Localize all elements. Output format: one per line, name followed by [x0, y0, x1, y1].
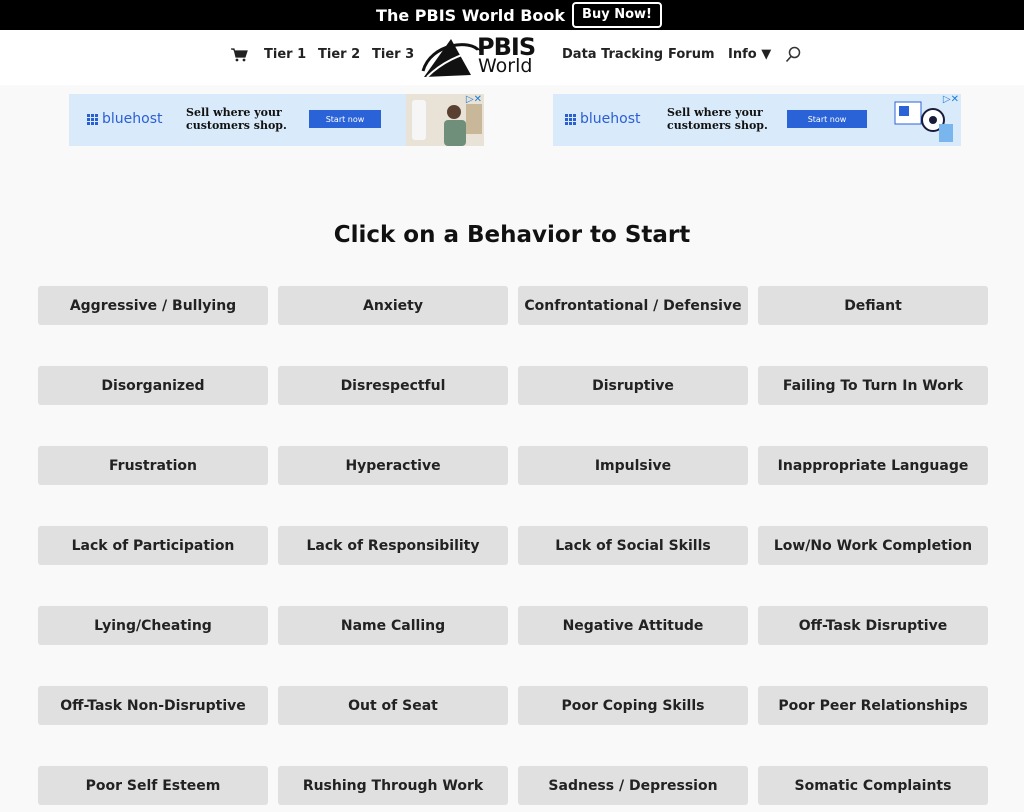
main-nav: Tier 1 Tier 2 Tier 3 PBIS World Data Tra… [0, 30, 1024, 85]
ad-copy: Sell where your customers shop. [186, 106, 287, 132]
behavior-button[interactable]: Anxiety [278, 286, 508, 325]
behavior-button[interactable]: Defiant [758, 286, 988, 325]
behavior-button[interactable]: Poor Self Esteem [38, 766, 268, 805]
behavior-button[interactable]: Somatic Complaints [758, 766, 988, 805]
behavior-button[interactable]: Failing To Turn In Work [758, 366, 988, 405]
logo-text-world: World [478, 55, 533, 77]
behavior-button[interactable]: Inappropriate Language [758, 446, 988, 485]
page-heading: Click on a Behavior to Start [333, 222, 691, 248]
behavior-button[interactable]: Low/No Work Completion [758, 526, 988, 565]
ad-brand: bluehost [87, 111, 162, 127]
behavior-button[interactable]: Frustration [38, 446, 268, 485]
behavior-button[interactable]: Aggressive / Bullying [38, 286, 268, 325]
ad-copy-line2: customers shop. [667, 119, 768, 132]
ad-start-now-button[interactable]: Start now [787, 110, 867, 128]
behavior-button[interactable]: Lying/Cheating [38, 606, 268, 645]
cart-icon[interactable] [231, 48, 248, 62]
behavior-button[interactable]: Poor Peer Relationships [758, 686, 988, 725]
behavior-button[interactable]: Hyperactive [278, 446, 508, 485]
behavior-button[interactable]: Rushing Through Work [278, 766, 508, 805]
bluehost-grid-icon [565, 113, 576, 125]
behavior-button[interactable]: Lack of Responsibility [278, 526, 508, 565]
behavior-button[interactable]: Out of Seat [278, 686, 508, 725]
behavior-button[interactable]: Negative Attitude [518, 606, 748, 645]
search-icon[interactable] [785, 46, 801, 63]
behavior-button[interactable]: Impulsive [518, 446, 748, 485]
ad-start-now-button[interactable]: Start now [309, 110, 381, 128]
behavior-button[interactable]: Disruptive [518, 366, 748, 405]
ad-banner-left[interactable]: bluehost Sell where your customers shop.… [69, 94, 484, 146]
pbis-world-logo[interactable]: PBIS World [421, 33, 549, 81]
behavior-button[interactable]: Poor Coping Skills [518, 686, 748, 725]
announcement-bar: The PBIS World Book Buy Now! [0, 0, 1024, 30]
behavior-button[interactable]: Lack of Participation [38, 526, 268, 565]
behavior-button[interactable]: Disrespectful [278, 366, 508, 405]
nav-tier-3[interactable]: Tier 3 [372, 47, 414, 62]
ad-close-icon[interactable]: ▷✕ [466, 94, 482, 105]
nav-tier-1[interactable]: Tier 1 [264, 47, 306, 62]
behavior-button[interactable]: Name Calling [278, 606, 508, 645]
ad-copy-line1: Sell where your [667, 106, 763, 119]
behavior-button[interactable]: Confrontational / Defensive [518, 286, 748, 325]
buy-now-button[interactable]: Buy Now! [572, 2, 662, 28]
ad-banner-right[interactable]: bluehost Sell where your customers shop.… [553, 94, 961, 146]
nav-info-dropdown[interactable]: Info ▼ [728, 47, 771, 62]
book-title[interactable]: The PBIS World Book [376, 6, 565, 25]
ad-copy-line1: Sell where your [186, 106, 282, 119]
ad-brand: bluehost [565, 111, 640, 127]
ad-brand-text: bluehost [102, 111, 163, 127]
behavior-button[interactable]: Lack of Social Skills [518, 526, 748, 565]
behavior-button[interactable]: Disorganized [38, 366, 268, 405]
ad-copy-line2: customers shop. [186, 119, 287, 132]
logo-mark-icon [421, 39, 481, 78]
ad-brand-text: bluehost [580, 111, 641, 127]
behavior-button[interactable]: Sadness / Depression [518, 766, 748, 805]
nav-tier-2[interactable]: Tier 2 [318, 47, 360, 62]
ad-copy: Sell where your customers shop. [667, 106, 768, 132]
site-header: Tier 1 Tier 2 Tier 3 PBIS World Data Tra… [0, 30, 1024, 85]
ad-close-icon[interactable]: ▷✕ [943, 94, 959, 105]
nav-data-tracking[interactable]: Data Tracking [562, 47, 663, 62]
nav-forum[interactable]: Forum [668, 47, 715, 62]
bluehost-grid-icon [87, 113, 98, 125]
behavior-button[interactable]: Off-Task Non-Disruptive [38, 686, 268, 725]
behavior-button[interactable]: Off-Task Disruptive [758, 606, 988, 645]
